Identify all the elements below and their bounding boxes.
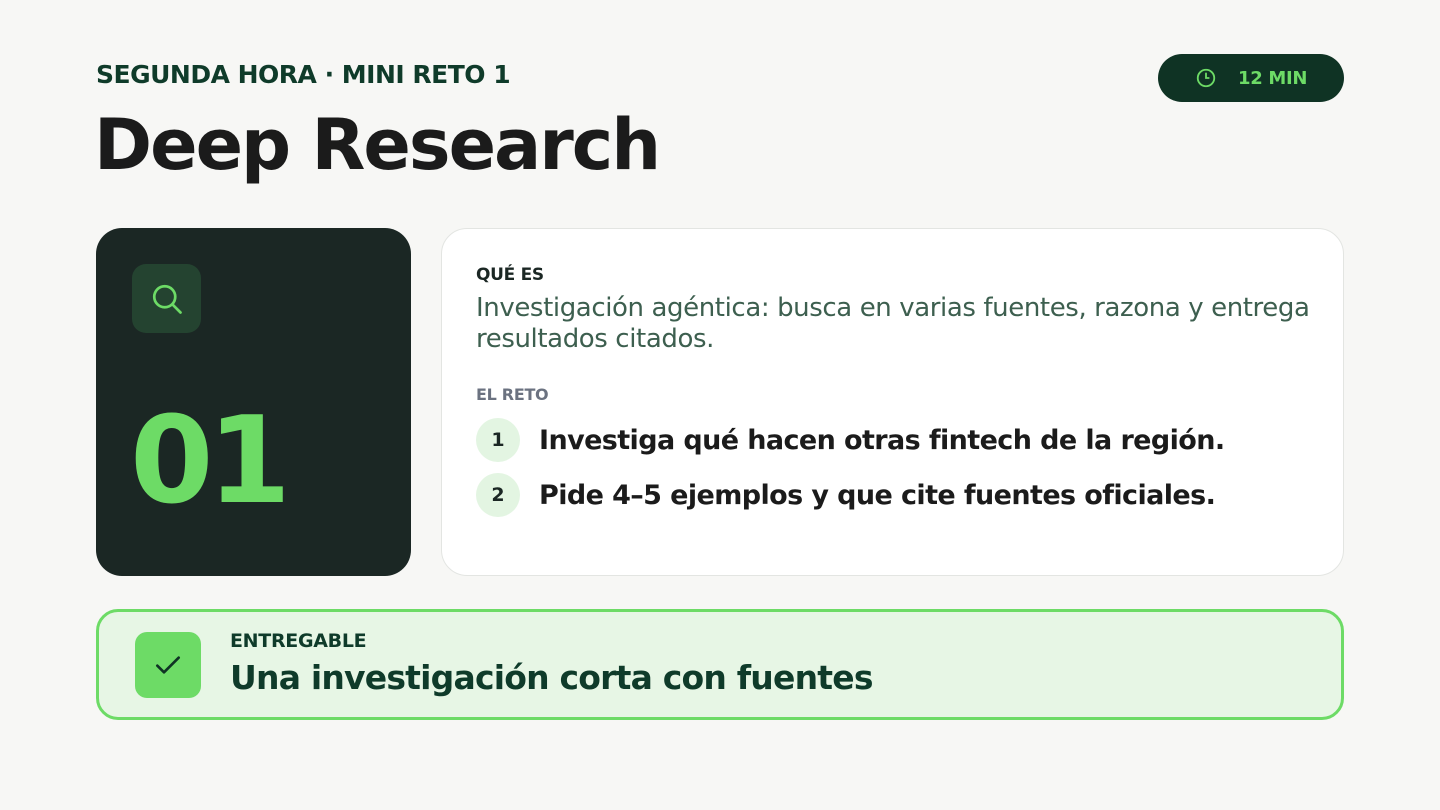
time-badge: 12 MIN — [1158, 54, 1344, 102]
info-card: QUÉ ES Investigación agéntica: busca en … — [441, 228, 1344, 576]
step-item: 2 Pide 4–5 ejemplos y que cite fuentes o… — [476, 473, 1216, 517]
challenge-number: 01 — [130, 392, 291, 531]
step-text: Investiga qué hacen otras fintech de la … — [539, 424, 1225, 456]
what-label: QUÉ ES — [476, 265, 544, 285]
description: Investigación agéntica: busca en varias … — [476, 293, 1310, 354]
search-icon-box — [132, 264, 201, 333]
challenge-label: EL RETO — [476, 385, 549, 404]
check-icon — [156, 656, 180, 674]
step-number: 2 — [476, 473, 520, 517]
clock-icon — [1196, 68, 1216, 88]
time-badge-label: 12 MIN — [1238, 67, 1308, 89]
search-icon — [152, 284, 182, 314]
deliverable-label: ENTREGABLE — [230, 630, 367, 652]
slide-eyebrow: SEGUNDA HORA · MINI RETO 1 — [96, 60, 511, 89]
page-title: Deep Research — [94, 104, 661, 186]
deliverable-text: Una investigación corta con fuentes — [230, 658, 873, 697]
step-number: 1 — [476, 418, 520, 462]
step-text: Pide 4–5 ejemplos y que cite fuentes ofi… — [539, 479, 1216, 511]
check-icon-box — [135, 632, 201, 698]
deliverable-banner: ENTREGABLE Una investigación corta con f… — [96, 609, 1344, 720]
step-item: 1 Investiga qué hacen otras fintech de l… — [476, 418, 1225, 462]
